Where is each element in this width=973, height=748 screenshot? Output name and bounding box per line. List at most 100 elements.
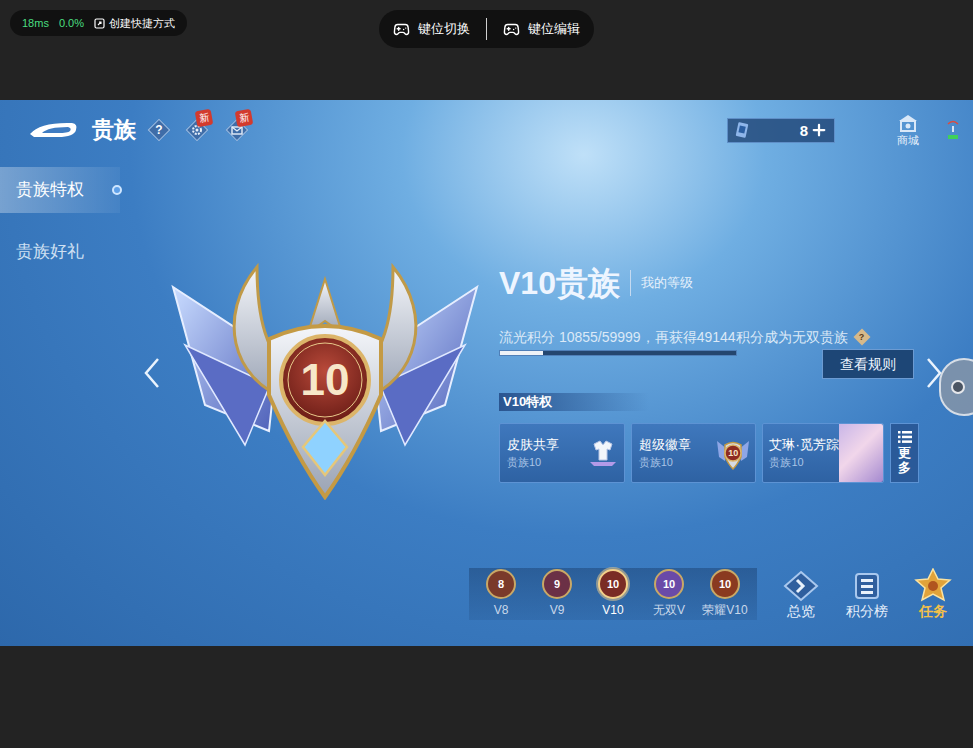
privilege-card[interactable]: 艾琳·觅芳踪贵族10 <box>762 423 884 483</box>
key-menu-button[interactable]: 键位编辑 <box>503 19 580 39</box>
points-progress <box>499 350 737 356</box>
card-title: 超级徽章 <box>639 436 716 454</box>
emblem-number: 10 <box>301 358 350 402</box>
back-icon[interactable] <box>28 118 78 142</box>
gear-button[interactable]: 新 <box>186 119 208 141</box>
key-menu-button[interactable]: 键位切换 <box>393 19 470 39</box>
level-tab[interactable]: 9V9 <box>529 569 585 620</box>
noble-emblem: 10 <box>165 255 485 500</box>
privilege-header: V10特权 <box>499 393 649 411</box>
level-tab[interactable]: 8 V8 <box>473 569 529 620</box>
app-root: 18ms0.0%创建快捷方式键位切换键位编辑贵族?新新8商城贵族特权贵族好礼10… <box>0 0 973 748</box>
ranking-button[interactable]: 积分榜 <box>845 570 889 620</box>
progress-fill <box>500 351 543 355</box>
sidebar-item[interactable]: 贵族好礼 <box>0 229 120 275</box>
gamepad-icon <box>393 21 410 38</box>
privilege-title: V10特权 <box>503 393 552 411</box>
shop-button[interactable]: 商城 <box>897 113 919 147</box>
sidebar-label: 贵族好礼 <box>16 240 84 264</box>
new-badge: 新 <box>195 109 214 128</box>
card-requirement: 贵族10 <box>769 454 839 470</box>
nav-label: 积分榜 <box>846 602 888 620</box>
shop-label: 商城 <box>897 133 919 147</box>
shortcut-icon <box>94 18 105 29</box>
level-tab-label: 荣耀V10 <box>702 602 747 618</box>
floating-assist-button[interactable] <box>939 358 973 416</box>
menu-divider <box>486 18 487 40</box>
level-tab-label: V9 <box>550 602 565 618</box>
level-tab-label: V8 <box>494 602 509 618</box>
page-title: 贵族 <box>92 115 136 145</box>
level-tab[interactable]: 10 无双V <box>641 569 697 620</box>
level-info: V10贵族我的等级流光积分 10855/59999，再获得49144积分成为无双… <box>499 255 919 483</box>
card-text: 皮肤共享贵族10 <box>507 436 586 470</box>
task-button[interactable]: 任务 <box>911 568 955 620</box>
emulator-bottom <box>0 646 973 748</box>
key-menu-label: 键位切换 <box>418 19 470 39</box>
card-title: 皮肤共享 <box>507 436 586 454</box>
prev-arrow-icon[interactable] <box>142 357 162 389</box>
hero-portrait <box>839 424 883 482</box>
nav-label: 总览 <box>787 602 815 620</box>
help-text: ? <box>155 124 162 136</box>
level-badge: 10 <box>598 569 628 599</box>
level-badge-number: 10 <box>663 579 675 590</box>
level-tabs: 8V89V910V1010无双V10荣耀V10 <box>469 568 757 620</box>
points-row: 流光积分 10855/59999，再获得49144积分成为无双贵族? <box>499 327 919 347</box>
card-text: 超级徽章贵族10 <box>639 436 716 470</box>
level-tab-label: V10 <box>602 602 623 618</box>
level-badge: 9 <box>542 569 572 599</box>
level-badge-number: 8 <box>498 579 504 590</box>
level-tab[interactable]: 10 荣耀V10 <box>697 569 753 620</box>
page-body: 贵族特权贵族好礼10V10贵族我的等级流光积分 10855/59999，再获得4… <box>0 160 973 646</box>
header-icons: 新新 <box>186 119 248 141</box>
privilege-cards: 皮肤共享贵族10超级徽章贵族1010艾琳·觅芳踪贵族10更多 <box>499 423 919 483</box>
privilege-card[interactable]: 超级徽章贵族10 10 <box>631 423 757 483</box>
ticket-box[interactable]: 8 <box>727 118 835 143</box>
card-requirement: 贵族10 <box>639 454 716 470</box>
key-menu-label: 键位编辑 <box>528 19 580 39</box>
game-screen: 贵族?新新8商城贵族特权贵族好礼10V10贵族我的等级流光积分 10855/59… <box>0 100 973 646</box>
level-tab[interactable]: 10 V10 <box>585 569 641 620</box>
sidebar-label: 贵族特权 <box>16 178 84 202</box>
skin-share-icon <box>586 436 620 470</box>
level-subtitle: 我的等级 <box>641 273 693 293</box>
level-title-row: V10贵族我的等级 <box>499 263 919 303</box>
rules-button[interactable]: 查看规则 <box>822 349 914 379</box>
ranking-icon <box>849 570 885 602</box>
level-badge-number: 10 <box>607 579 619 590</box>
level-badge-number: 10 <box>719 579 731 590</box>
title-divider <box>630 270 631 296</box>
card-text: 艾琳·觅芳踪贵族10 <box>769 436 839 470</box>
gamepad-icon <box>503 21 520 38</box>
bottom-nav: 8V89V910V1010无双V10荣耀V10总览积分榜任务 <box>120 568 973 620</box>
help-button[interactable]: ? <box>148 119 170 141</box>
page-header: 贵族?新新8商城 <box>0 100 973 160</box>
assist-dot-icon <box>951 380 965 394</box>
badge-number: 10 <box>728 449 738 458</box>
level-tab-label: 无双V <box>653 602 685 618</box>
new-badge: 新 <box>235 109 254 128</box>
more-button[interactable]: 更多 <box>890 423 919 483</box>
add-icon <box>810 121 828 139</box>
shortcut-button[interactable]: 创建快捷方式 <box>94 15 175 32</box>
overview-button[interactable]: 总览 <box>779 570 823 620</box>
mail-button[interactable]: 新 <box>226 119 248 141</box>
nav-label: 任务 <box>919 602 947 620</box>
privilege-card[interactable]: 皮肤共享贵族10 <box>499 423 625 483</box>
points-help[interactable]: ? <box>854 329 870 345</box>
ping-text: 18ms <box>22 15 49 32</box>
signal-icon <box>945 118 961 142</box>
points-text: 流光积分 10855/59999，再获得49144积分成为无双贵族 <box>499 327 848 347</box>
level-badge: 10 <box>654 569 684 599</box>
loss-text: 0.0% <box>59 15 84 32</box>
sidebar-item[interactable]: 贵族特权 <box>0 167 120 213</box>
task-icon <box>913 568 953 602</box>
level-badge: 8 <box>486 569 516 599</box>
emblem-wrap: 10 <box>165 255 485 500</box>
key-menu: 键位切换 键位编辑 <box>379 10 594 48</box>
main-panel: 10V10贵族我的等级流光积分 10855/59999，再获得49144积分成为… <box>120 160 973 646</box>
card-requirement: 贵族10 <box>507 454 586 470</box>
more-label: 更多 <box>898 446 911 475</box>
shortcut-label: 创建快捷方式 <box>109 15 175 32</box>
